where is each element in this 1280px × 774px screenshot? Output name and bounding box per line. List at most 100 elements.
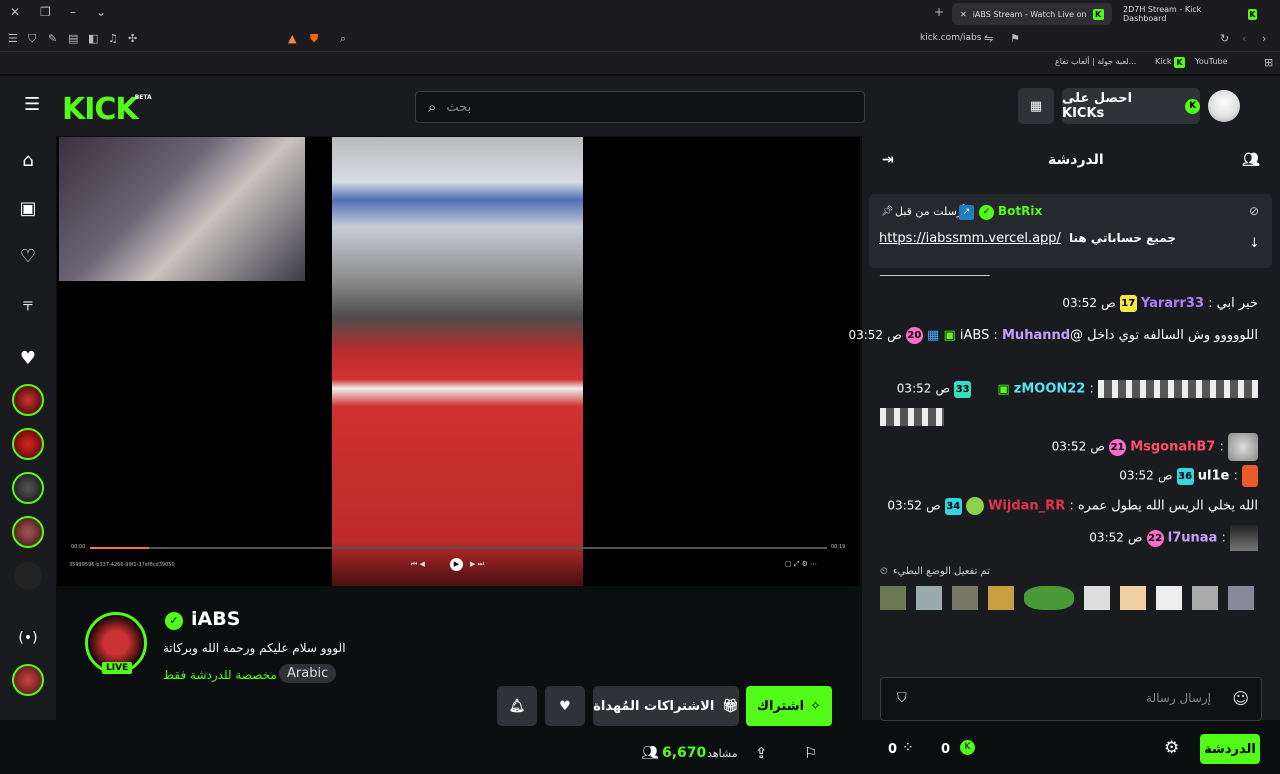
quick-emote[interactable] [1156, 586, 1182, 610]
hamburger-icon[interactable]: ☰ [24, 94, 40, 115]
menu-icon[interactable]: ☰ [8, 32, 18, 45]
quick-emote[interactable] [988, 586, 1014, 610]
stream-category[interactable]: مخصصة للدردشة فقط [163, 668, 277, 682]
message-time: 03:52 [887, 498, 923, 513]
restore-window-icon[interactable]: ❐ [40, 5, 51, 19]
get-kicks-button[interactable]: احصل على KICKs K [1062, 88, 1200, 124]
bookmark-kick[interactable]: Kick [1155, 57, 1172, 66]
message-user[interactable]: ul1e [1198, 469, 1230, 484]
browser-toolbar: ☰ ⛉ ✎ ▤ ◧ ♫ ✣ ▲ ⛊ ⌕ kick.com/iabs ⇋ ⚑ ↻ … [0, 27, 1280, 52]
back-icon[interactable]: ‹ [1242, 32, 1246, 45]
reload-icon[interactable]: ↻ [1220, 32, 1229, 45]
chevron-down-icon[interactable]: ⌄ [96, 5, 106, 19]
play-icon[interactable]: ▶ [450, 558, 463, 571]
clips-icon[interactable]: ⫧ [16, 294, 40, 318]
wallet-icon[interactable]: ▤ [68, 32, 78, 45]
send-chat-label: الدردشة [1204, 741, 1256, 757]
send-chat-button[interactable]: الدردشة [1200, 734, 1260, 764]
chat-settings-gear-icon[interactable]: ⚙ [1164, 738, 1179, 758]
followed-channel-avatar[interactable] [12, 384, 44, 416]
chat-input[interactable]: ⛉ إرسال رسالة ☺ [880, 677, 1262, 721]
tab-dashboard[interactable]: 2D7H Stream - Kick Dashboard K [1115, 3, 1265, 25]
brave-rewards-icon[interactable]: ▲ [288, 32, 296, 45]
shield-icon[interactable]: ⛉ [897, 691, 907, 706]
share-icon[interactable]: ⇪ [755, 744, 768, 762]
message-user[interactable]: Muhannd [1002, 328, 1070, 343]
close-window-icon[interactable]: ✕ [10, 5, 20, 19]
offline-channel-avatar[interactable] [14, 562, 42, 590]
verified-icon: ✓ [165, 612, 183, 630]
kick-logo[interactable]: KICK BETA [62, 92, 152, 127]
skip-forward-icon[interactable]: ▶ ⏭ [470, 560, 484, 569]
dashboard-button[interactable]: ▦ [1018, 88, 1054, 124]
video-player[interactable]: 00:00 00:19 35999596-b337-4266-99f1-37ef… [57, 137, 860, 586]
follow-button[interactable]: ♥ [545, 686, 585, 726]
shield-icon[interactable]: ⛉ [28, 32, 36, 46]
quick-emote[interactable] [1120, 586, 1146, 610]
hide-pin-icon[interactable]: ⊘ [1249, 204, 1259, 218]
apps-grid-icon[interactable]: ⊞ [1264, 56, 1273, 69]
address-bar[interactable]: ▲ ⛊ ⌕ kick.com/iabs ⇋ ⚑ [280, 29, 1030, 50]
followed-heart-icon[interactable]: ♥ [16, 348, 40, 372]
expand-pin-icon[interactable]: ↓ [1249, 236, 1260, 251]
new-tab-icon[interactable]: + [934, 5, 944, 19]
followed-channel-avatar[interactable] [12, 428, 44, 460]
bookmark-icon[interactable]: ⚑ [1010, 32, 1020, 45]
kick-favicon-icon: K [1174, 57, 1185, 68]
minimize-window-icon[interactable]: – [70, 5, 76, 19]
chat-message: خير ابي : Yararr33 17 ص 03:52 [1062, 295, 1258, 312]
collapse-chat-icon[interactable]: ⇥ [882, 152, 894, 168]
quick-emote[interactable] [1084, 586, 1110, 610]
gift-subs-button[interactable]: الاشتراكات المُهداة 🎁︎ [593, 686, 739, 726]
recommended-channel-avatar[interactable] [12, 664, 44, 696]
music-icon[interactable]: ♫ [108, 32, 118, 45]
seek-bar[interactable] [90, 547, 827, 549]
message-user[interactable]: MsgonahB7 [1130, 440, 1215, 455]
skip-back-icon[interactable]: ⏮ ◀ [411, 560, 425, 569]
home-icon[interactable]: ⌂ [16, 150, 40, 174]
channel-name[interactable]: iABS [191, 608, 240, 630]
message-user[interactable]: l7unaa [1168, 531, 1218, 546]
quick-emote[interactable] [916, 586, 942, 610]
message-user[interactable]: Yararr33 [1141, 296, 1204, 311]
user-avatar[interactable] [1208, 90, 1240, 122]
live-broadcast-icon[interactable]: (•) [16, 630, 40, 654]
report-icon[interactable]: ⚐ [804, 744, 817, 762]
close-tab-icon[interactable]: ✕ [960, 10, 967, 19]
quick-emote[interactable] [1192, 586, 1218, 610]
share-page-icon[interactable]: ⇋ [984, 32, 993, 45]
points-icon[interactable]: ⁘ [902, 740, 914, 756]
tab-label: iABS Stream - Watch Live on [972, 9, 1087, 19]
fullscreen-icon[interactable]: ▢ ⤢ ⚙ ⋯ [785, 560, 817, 569]
bookmark-item[interactable]: لعبة جولة | ألعاب تفاع... [1055, 57, 1136, 66]
extensions-icon[interactable]: ✣ [128, 32, 137, 45]
notifications-button[interactable]: 🔔︎ [497, 686, 537, 726]
quick-emote[interactable] [1228, 586, 1254, 610]
chat-users-icon[interactable]: 👥︎ [1242, 152, 1260, 168]
following-heart-icon[interactable]: ♡ [16, 246, 40, 270]
forward-icon[interactable]: › [1262, 32, 1266, 45]
pin-icon[interactable]: ✎ [48, 32, 57, 45]
pinned-user[interactable]: BotRix [998, 204, 1042, 218]
tab-iabs[interactable]: ✕ iABS Stream - Watch Live on K [952, 3, 1112, 25]
subscribe-button[interactable]: اشتراك ✧ [746, 686, 832, 726]
sidebar-icon[interactable]: ◧ [88, 32, 98, 45]
browse-icon[interactable]: ▣ [16, 198, 40, 222]
quick-emote[interactable] [880, 586, 906, 610]
subscriber-badge: 36 [1176, 467, 1194, 485]
message-user[interactable]: zMOON22 [1014, 382, 1086, 397]
followed-channel-avatar[interactable] [12, 516, 44, 548]
message-user[interactable]: Wijdan_RR [988, 499, 1065, 514]
pinned-link[interactable]: https://iabssmm.vercel.app/ [879, 231, 1061, 246]
followed-channel-avatar[interactable] [12, 472, 44, 504]
emoji-icon[interactable]: ☺ [1232, 689, 1249, 708]
message-time: 03:52 [896, 381, 932, 396]
quick-emote[interactable] [1024, 586, 1074, 610]
search-input[interactable]: ⌕ بحث [415, 91, 865, 123]
bell-icon: 🔔︎ [508, 698, 526, 714]
quick-emote[interactable] [952, 586, 978, 610]
kicks-coin-icon[interactable]: K [960, 740, 975, 755]
bookmark-youtube[interactable]: YouTube [1195, 57, 1228, 66]
language-tag[interactable]: Arabic [279, 664, 337, 683]
brave-shield-icon[interactable]: ⛊ [310, 32, 318, 46]
